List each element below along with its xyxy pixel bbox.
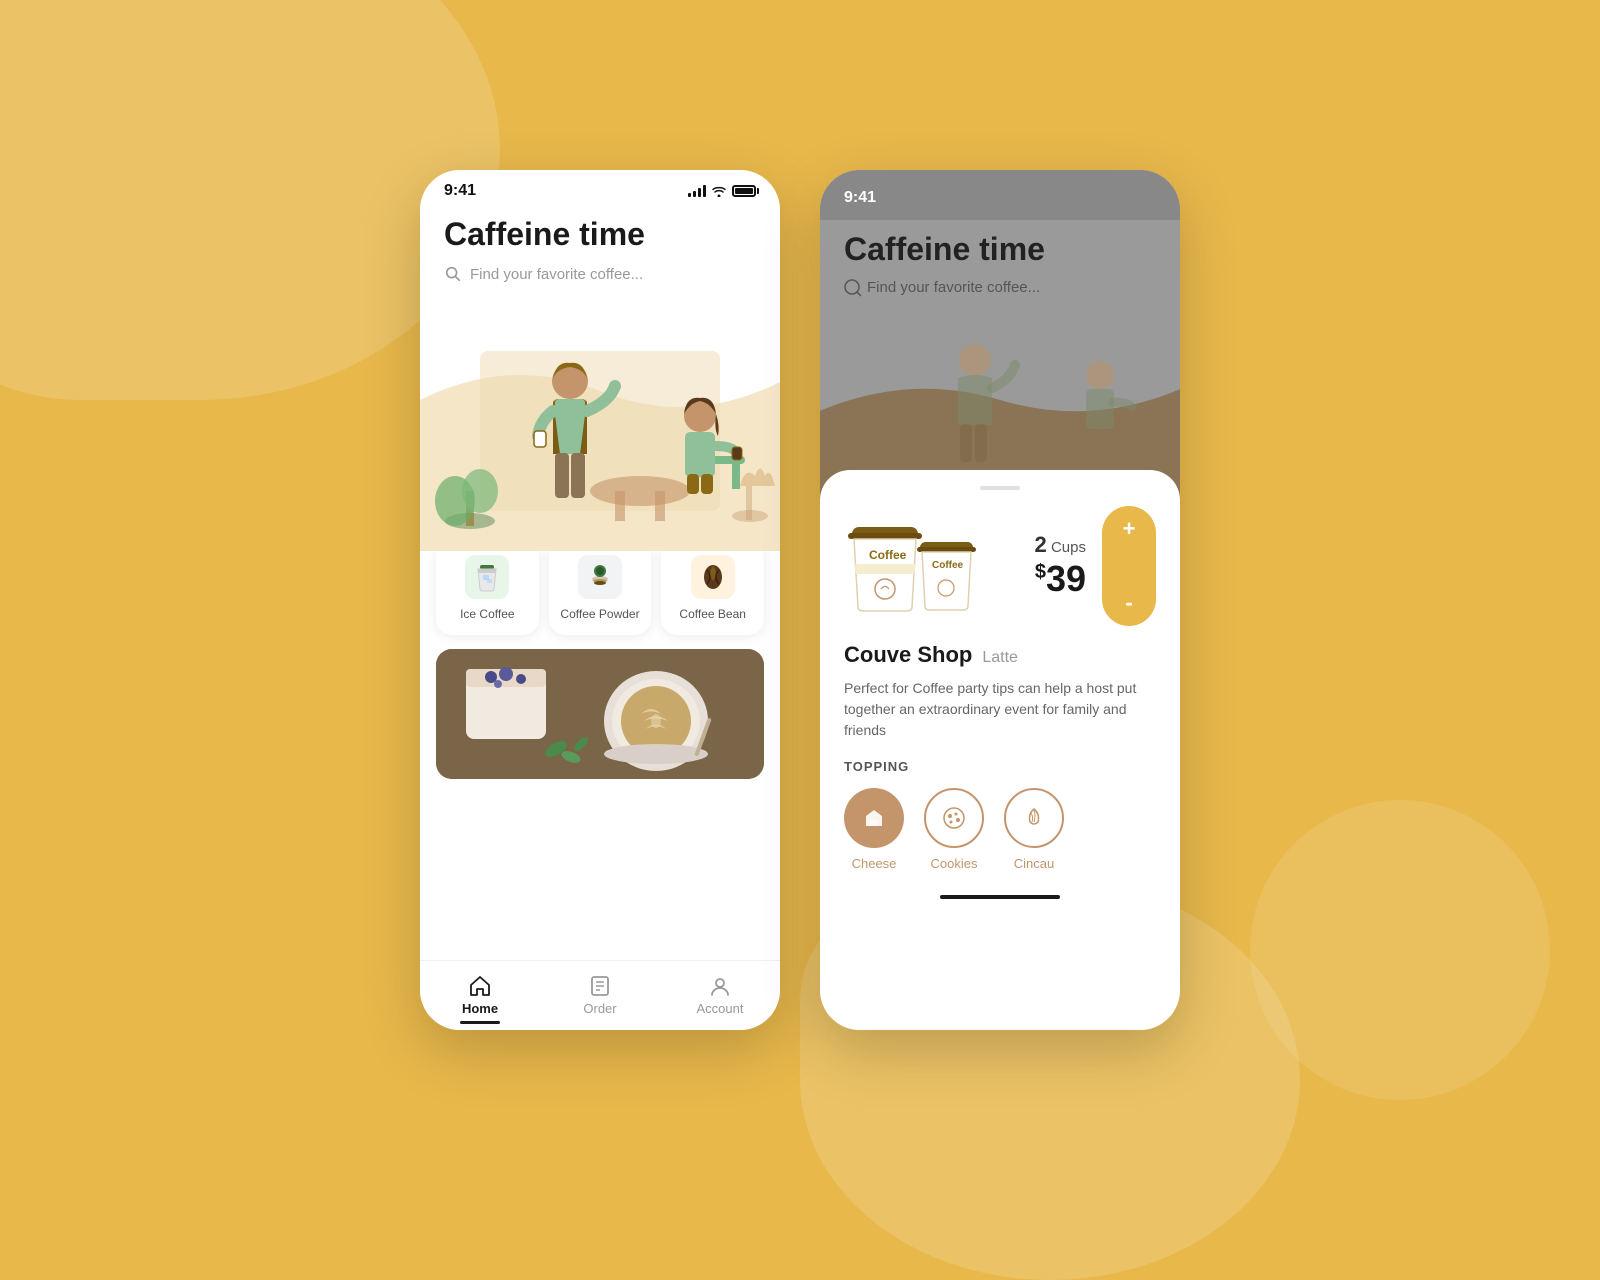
topping-section: TOPPING Cheese bbox=[844, 759, 1156, 871]
home-icon bbox=[469, 975, 491, 997]
signal-bar-1 bbox=[688, 193, 691, 197]
price-display: $39 bbox=[979, 558, 1086, 600]
price-value: 39 bbox=[1046, 558, 1086, 599]
coffee-bean-icon-container bbox=[691, 555, 735, 599]
category-card-coffee-bean[interactable]: Coffee Bean bbox=[661, 541, 764, 635]
status-time-left: 9:41 bbox=[444, 182, 476, 200]
product-cups: Coffee Coffee bbox=[844, 519, 979, 614]
topping-cheese-label: Cheese bbox=[852, 856, 897, 871]
svg-text:9:41: 9:41 bbox=[844, 189, 876, 206]
bottom-indicator bbox=[940, 895, 1060, 899]
category-cards: Ice Coffee Coffee Powder bbox=[436, 541, 764, 635]
topping-title: TOPPING bbox=[844, 759, 1156, 774]
left-phone-content: Caffeine time Find your favorite coffee.… bbox=[420, 216, 780, 283]
battery-fill-left bbox=[735, 188, 753, 194]
nav-home-indicator bbox=[460, 1021, 500, 1024]
nav-home[interactable]: Home bbox=[420, 967, 540, 1024]
coffee-powder-icon bbox=[586, 561, 614, 593]
signal-bar-4 bbox=[703, 185, 706, 197]
coffee-powder-icon-container bbox=[578, 555, 622, 599]
topping-cheese[interactable]: Cheese bbox=[844, 788, 904, 871]
product-type: Latte bbox=[982, 649, 1018, 667]
quantity-stepper[interactable]: + - bbox=[1102, 506, 1156, 626]
topping-cookies[interactable]: Cookies bbox=[924, 788, 984, 871]
nav-account[interactable]: Account bbox=[660, 967, 780, 1024]
quantity-unit: Cups bbox=[1051, 539, 1086, 556]
nav-order[interactable]: Order bbox=[540, 967, 660, 1024]
bottom-nav: Home Order Account bbox=[420, 960, 780, 1030]
coffee-bean-label: Coffee Bean bbox=[679, 607, 746, 621]
product-description: Perfect for Coffee party tips can help a… bbox=[844, 678, 1156, 741]
topping-cookies-label: Cookies bbox=[931, 856, 978, 871]
hero-illustration-area bbox=[420, 291, 780, 551]
topping-cincau-label: Cincau bbox=[1014, 856, 1054, 871]
svg-text:Caffeine time: Caffeine time bbox=[844, 231, 1045, 267]
app-title-left: Caffeine time bbox=[444, 216, 756, 253]
sheet-handle bbox=[980, 486, 1020, 490]
topping-cincau[interactable]: Cincau bbox=[1004, 788, 1064, 871]
category-section: Ice Coffee Coffee Powder bbox=[420, 541, 780, 635]
decrement-button[interactable]: - bbox=[1125, 592, 1132, 614]
search-icon-left bbox=[444, 265, 462, 283]
topping-options: Cheese Cookies bbox=[844, 788, 1156, 871]
coffee-powder-label: Coffee Powder bbox=[560, 607, 639, 621]
nav-home-label: Home bbox=[462, 1001, 498, 1016]
topping-cincau-icon bbox=[1004, 788, 1064, 848]
quantity-number: 2 bbox=[1035, 532, 1047, 557]
product-row: Coffee Coffee bbox=[844, 506, 1156, 626]
quantity-info: 2 Cups $39 bbox=[979, 532, 1102, 600]
category-card-ice-coffee[interactable]: Ice Coffee bbox=[436, 541, 539, 635]
status-icons-left bbox=[688, 185, 756, 197]
ice-coffee-label: Ice Coffee bbox=[460, 607, 514, 621]
battery-icon-left bbox=[732, 185, 756, 197]
search-bar-left[interactable]: Find your favorite coffee... bbox=[444, 265, 756, 283]
phones-container: 9:41 Caffeine time bbox=[420, 170, 1180, 1030]
cookies-icon bbox=[940, 804, 968, 832]
wifi-icon bbox=[711, 185, 727, 197]
currency-symbol: $ bbox=[1035, 561, 1046, 583]
nav-account-label: Account bbox=[697, 1001, 744, 1016]
right-phone: 9:41 Caffeine time Find your favorite co… bbox=[820, 170, 1180, 1030]
order-icon bbox=[589, 975, 611, 997]
signal-bar-2 bbox=[693, 191, 696, 197]
signal-bar-3 bbox=[698, 188, 701, 197]
signal-bars-left bbox=[688, 185, 706, 197]
cheese-icon bbox=[860, 804, 888, 832]
topping-cookies-icon bbox=[924, 788, 984, 848]
food-photo-svg bbox=[436, 649, 764, 779]
ice-coffee-icon bbox=[473, 561, 501, 593]
coffee-cup-small: Coffee bbox=[914, 536, 979, 614]
svg-text:Coffee: Coffee bbox=[869, 548, 907, 562]
food-photo-area bbox=[436, 649, 764, 779]
coffee-bean-icon bbox=[699, 561, 727, 593]
increment-button[interactable]: + bbox=[1123, 518, 1136, 540]
cincau-icon bbox=[1020, 804, 1048, 832]
nav-order-label: Order bbox=[583, 1001, 616, 1016]
left-phone: 9:41 Caffeine time bbox=[420, 170, 780, 1030]
product-name-row: Couve Shop Latte bbox=[844, 642, 1156, 668]
topping-cheese-icon bbox=[844, 788, 904, 848]
bg-decoration-3 bbox=[1250, 800, 1550, 1100]
bottom-sheet: Coffee Coffee bbox=[820, 470, 1180, 1030]
search-placeholder-left: Find your favorite coffee... bbox=[470, 266, 643, 283]
ice-coffee-icon-container bbox=[465, 555, 509, 599]
svg-text:Find your favorite coffee...: Find your favorite coffee... bbox=[867, 279, 1040, 296]
product-shop-name: Couve Shop bbox=[844, 642, 972, 668]
account-icon bbox=[709, 975, 731, 997]
category-card-coffee-powder[interactable]: Coffee Powder bbox=[549, 541, 652, 635]
status-bar-left: 9:41 bbox=[420, 170, 780, 208]
svg-text:Coffee: Coffee bbox=[932, 560, 964, 571]
quantity-display: 2 Cups bbox=[979, 532, 1086, 558]
